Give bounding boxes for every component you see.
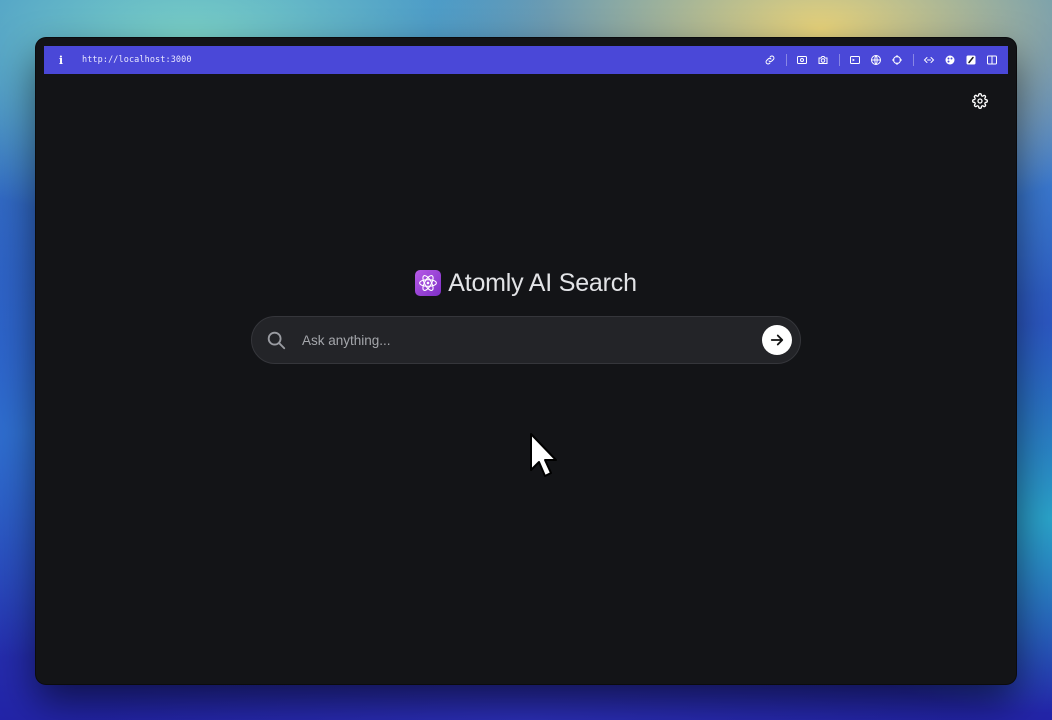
palette-icon[interactable] [943,54,956,67]
search-input[interactable] [300,331,762,349]
search-icon [264,328,288,352]
terminal-icon[interactable] [848,54,861,67]
browser-window: i http://localhost:3000 Atomly AI Search… [36,38,1016,684]
extension-icon[interactable] [964,54,977,67]
browser-toolbar: i http://localhost:3000 [44,46,1008,74]
url-display[interactable]: http://localhost:3000 [82,55,192,65]
code-icon[interactable] [922,54,935,67]
camera-icon[interactable] [816,54,829,67]
toolbar-divider [913,54,914,66]
link-icon[interactable] [763,54,776,67]
toolbar-divider [786,54,787,66]
hero-title-row: Atomly AI Search [44,267,1008,299]
screenshot-icon[interactable] [795,54,808,67]
crosshair-icon[interactable] [890,54,903,67]
settings-button[interactable] [972,93,988,109]
arrow-right-icon [770,334,784,346]
page-title: Atomly AI Search [448,268,637,297]
globe-icon[interactable] [869,54,882,67]
page-content: Atomly AI Search [44,74,1008,676]
split-view-icon[interactable] [985,54,998,67]
submit-button[interactable] [762,325,792,355]
atom-icon [415,270,442,296]
search-bar[interactable] [251,316,801,364]
gear-icon [972,93,988,109]
toolbar-divider [839,54,840,66]
info-icon[interactable]: i [56,54,66,67]
